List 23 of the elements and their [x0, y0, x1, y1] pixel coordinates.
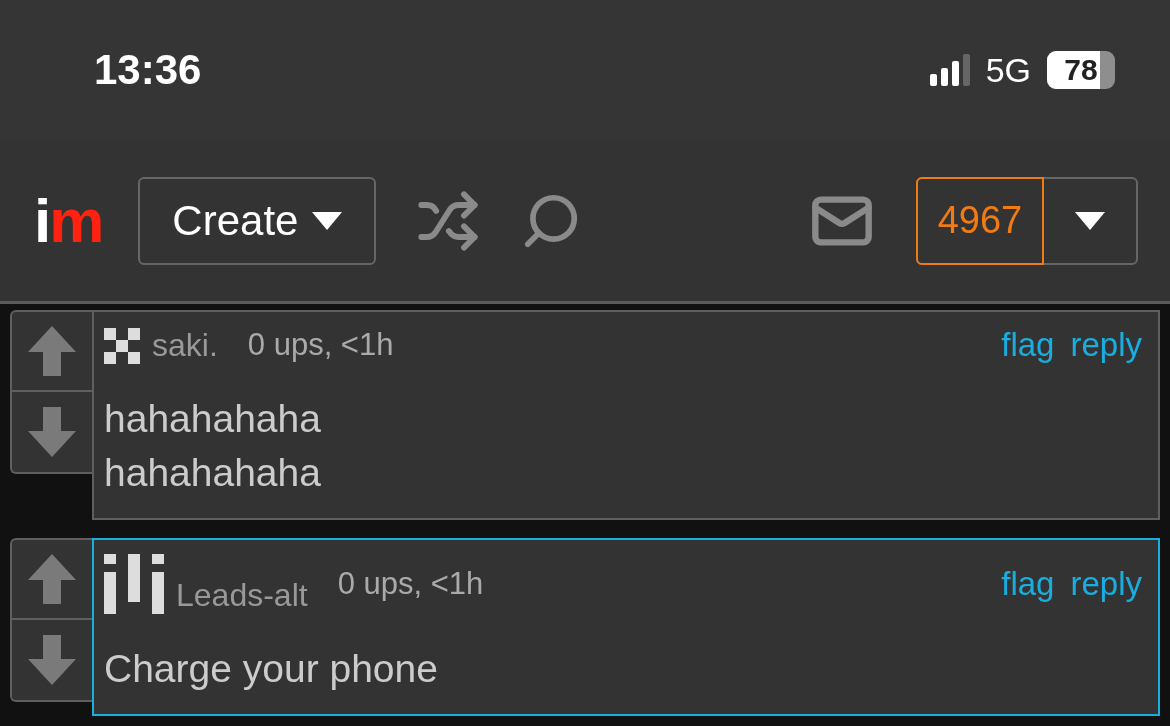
up-arrow-icon: [28, 326, 76, 376]
site-logo[interactable]: im: [34, 185, 103, 256]
action-link[interactable]: reply: [1070, 326, 1142, 364]
comment-meta: 0 ups, <1h: [337, 566, 484, 602]
points-button[interactable]: 4967: [916, 176, 1044, 265]
signal-icon: [929, 54, 970, 86]
down-arrow-icon: [28, 407, 76, 457]
comment-meta: 0 ups, <1h: [247, 327, 394, 363]
action-link[interactable]: reply: [1070, 565, 1142, 603]
down-arrow-icon: [28, 635, 76, 685]
username-link[interactable]: saki.: [152, 327, 218, 364]
username-link[interactable]: Leads-alt: [176, 577, 308, 614]
status-time: 13:36: [94, 46, 202, 94]
network-label: 5G: [985, 50, 1031, 90]
comment-text: Charge your phone: [104, 646, 439, 692]
shuffle-icon[interactable]: [416, 188, 481, 253]
create-button[interactable]: Create: [138, 176, 377, 265]
comment-text: hahahahaha: [104, 396, 322, 442]
action-link[interactable]: flag: [1001, 326, 1055, 364]
comment-text: hahahahaha: [104, 450, 322, 496]
up-arrow-icon: [28, 554, 76, 604]
battery-indicator: 78: [1047, 51, 1115, 89]
action-link[interactable]: flag: [1001, 565, 1055, 603]
